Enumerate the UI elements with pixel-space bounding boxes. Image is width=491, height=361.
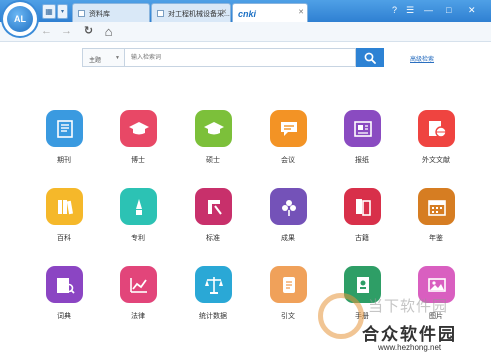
category-item[interactable]: 外文文献 <box>408 110 464 172</box>
refresh-icon[interactable]: ↻ <box>82 25 95 38</box>
category-item[interactable]: 词典 <box>36 266 92 328</box>
category-item[interactable]: 统计数据 <box>185 266 241 328</box>
patent-icon[interactable] <box>120 188 157 225</box>
category-item[interactable]: 博士 <box>110 110 166 172</box>
category-label: 博士 <box>131 157 145 164</box>
close-tab-icon[interactable]: ✕ <box>221 8 227 16</box>
minimize-icon[interactable]: — <box>424 5 433 15</box>
tab-library[interactable]: 资料库 <box>72 3 150 22</box>
standard-icon[interactable] <box>195 188 232 225</box>
close-tab-icon[interactable]: ✕ <box>298 8 304 16</box>
category-label: 百科 <box>57 235 71 242</box>
category-item[interactable]: 引文 <box>260 266 316 328</box>
settings-icon[interactable]: ☰ <box>406 5 414 16</box>
tab-favicon-icon <box>78 10 85 17</box>
nav-bar: ← → ↻ ⌂ <box>0 22 491 42</box>
tab-favicon-icon <box>157 10 164 17</box>
category-label: 标准 <box>206 235 220 242</box>
search-icon <box>364 52 376 64</box>
category-item[interactable]: 报纸 <box>334 110 390 172</box>
category-label: 年鉴 <box>429 235 443 242</box>
category-label: 会议 <box>281 157 295 164</box>
category-item[interactable]: 标准 <box>185 188 241 250</box>
category-item[interactable]: 年鉴 <box>408 188 464 250</box>
scales-icon[interactable] <box>195 266 232 303</box>
category-label: 报纸 <box>355 157 369 164</box>
chart-icon[interactable] <box>120 266 157 303</box>
tab-label: 资料库 <box>89 11 110 18</box>
help-icon[interactable]: ? <box>392 5 397 15</box>
journal-icon[interactable] <box>46 110 83 147</box>
maximize-icon[interactable]: □ <box>446 5 451 15</box>
watermark: 当下软件园 合众软件园 www.hezhong.net <box>318 293 488 359</box>
forward-arrow-icon[interactable]: → <box>60 25 73 38</box>
advanced-search-link[interactable]: 高级检索 <box>410 54 434 63</box>
search-button[interactable] <box>356 48 384 67</box>
category-label: 期刊 <box>57 157 71 164</box>
tab-article[interactable]: 对工程机械设备采... ✕ <box>151 3 231 22</box>
chevron-down-icon: ▼ <box>115 55 120 61</box>
search-input[interactable] <box>124 48 356 67</box>
category-item[interactable]: 专利 <box>110 188 166 250</box>
search-scope-value: 主题 <box>89 58 102 64</box>
category-label: 统计数据 <box>199 313 227 320</box>
graduation-cap-icon[interactable] <box>195 110 232 147</box>
category-label: 硕士 <box>206 157 220 164</box>
category-label: 成果 <box>281 235 295 242</box>
graduation-cap-icon[interactable] <box>120 110 157 147</box>
chat-bubble-icon[interactable] <box>270 110 307 147</box>
home-icon[interactable]: ⌂ <box>102 25 115 38</box>
category-label: 引文 <box>281 313 295 320</box>
category-item[interactable]: 期刊 <box>36 110 92 172</box>
search-scope-select[interactable]: 主题 ▼ <box>82 48 124 67</box>
category-label: 法律 <box>131 313 145 320</box>
newspaper-icon[interactable] <box>344 110 381 147</box>
category-item[interactable]: 会议 <box>260 110 316 172</box>
watermark-main-text: 合众软件园 <box>362 325 457 344</box>
category-label: 词典 <box>57 313 71 320</box>
category-item[interactable]: 法律 <box>110 266 166 328</box>
books-icon[interactable] <box>46 188 83 225</box>
category-item[interactable]: 硕士 <box>185 110 241 172</box>
cnki-logo: cnki <box>238 9 257 19</box>
foreign-docs-icon[interactable] <box>418 110 455 147</box>
dictionary-icon[interactable] <box>46 266 83 303</box>
scroll-icon[interactable] <box>270 266 307 303</box>
category-label: 古籍 <box>355 235 369 242</box>
close-icon[interactable]: ✕ <box>468 5 476 16</box>
app-menu-button[interactable]: ▦ <box>42 4 56 19</box>
watermark-logo <box>318 293 364 339</box>
app-logo: AL <box>3 2 37 36</box>
ancient-book-icon[interactable] <box>344 188 381 225</box>
category-item[interactable]: 成果 <box>260 188 316 250</box>
watermark-top-text: 当下软件园 <box>368 298 449 315</box>
category-label: 专利 <box>131 235 145 242</box>
achievement-icon[interactable] <box>270 188 307 225</box>
back-arrow-icon[interactable]: ← <box>40 25 53 38</box>
watermark-url: www.hezhong.net <box>378 343 442 352</box>
title-bar: ▦ ▾ 资料库 对工程机械设备采... ✕ cnki ✕ ? ☰ — □ ✕ <box>0 0 491 22</box>
search-bar: 主题 ▼ <box>82 48 384 67</box>
category-item[interactable]: 百科 <box>36 188 92 250</box>
category-label: 外文文献 <box>422 157 450 164</box>
tab-cnki[interactable]: cnki ✕ <box>232 3 308 22</box>
category-item[interactable]: 古籍 <box>334 188 390 250</box>
calendar-icon[interactable] <box>418 188 455 225</box>
app-menu-dropdown[interactable]: ▾ <box>57 4 68 19</box>
